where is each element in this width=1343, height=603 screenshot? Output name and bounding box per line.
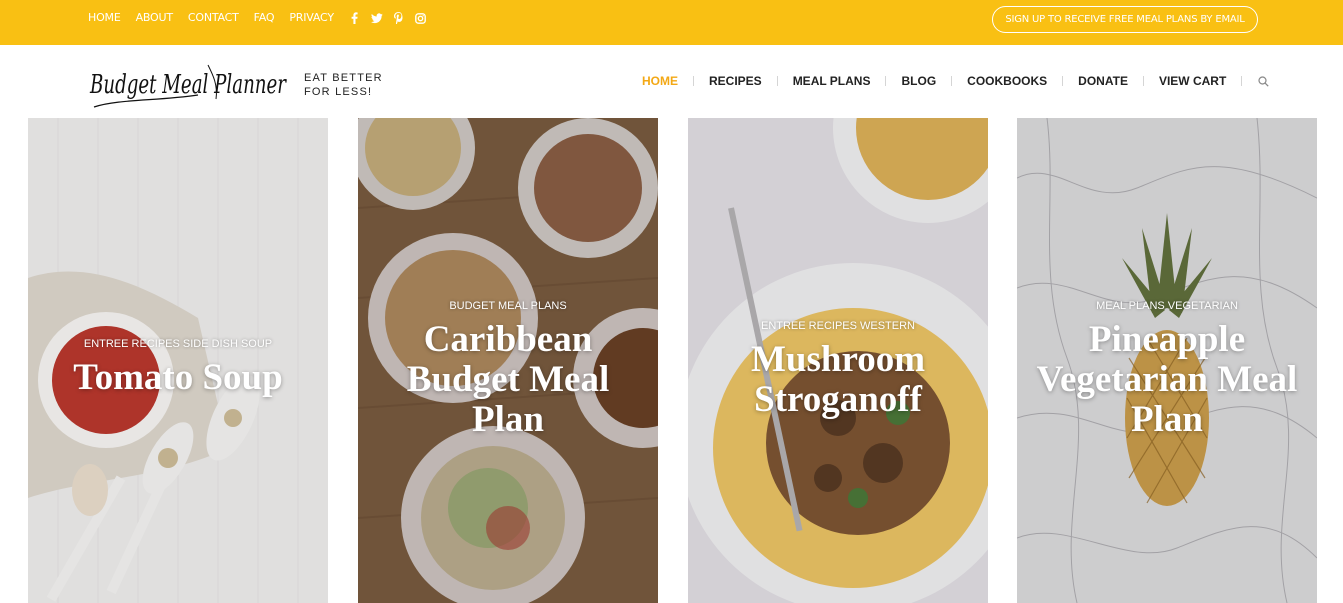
top-nav-about[interactable]: ABOUT: [136, 11, 174, 25]
nav-recipes[interactable]: RECIPES: [694, 74, 777, 88]
card-overlay: BUDGET MEAL PLANS Caribbean Budget Meal …: [358, 300, 658, 440]
top-nav-privacy[interactable]: PRIVACY: [289, 11, 334, 25]
nav-donate[interactable]: DONATE: [1063, 74, 1143, 88]
recipe-card-caribbean[interactable]: BUDGET MEAL PLANS Caribbean Budget Meal …: [358, 118, 658, 603]
top-nav-home[interactable]: HOME: [88, 11, 121, 25]
nav-view-cart[interactable]: VIEW CART: [1144, 74, 1241, 88]
signup-button[interactable]: SIGN UP TO RECEIVE FREE MEAL PLANS BY EM…: [992, 6, 1258, 33]
card-title[interactable]: Caribbean Budget Meal Plan: [358, 320, 658, 440]
nav-meal-plans[interactable]: MEAL PLANS: [778, 74, 886, 88]
top-nav-contact[interactable]: CONTACT: [188, 11, 239, 25]
card-overlay: MEAL PLANS VEGETARIAN Pineapple Vegetari…: [1017, 300, 1317, 440]
nav-home[interactable]: HOME: [627, 74, 693, 88]
main-nav: HOME RECIPES MEAL PLANS BLOG COOKBOOKS D…: [627, 74, 1270, 88]
card-categories[interactable]: ENTREE RECIPES WESTERN: [688, 320, 988, 332]
facebook-icon[interactable]: [349, 11, 361, 25]
tagline: EAT BETTER FOR LESS!: [304, 71, 383, 99]
logo-text: Budget Meal Planner: [89, 70, 287, 100]
card-title[interactable]: Pineapple Vegetarian Meal Plan: [1017, 320, 1317, 440]
top-nav: HOME ABOUT CONTACT FAQ PRIVACY: [88, 11, 437, 25]
recipe-card-tomato-soup[interactable]: ENTREE RECIPES SIDE DISH SOUP Tomato Sou…: [28, 118, 328, 603]
tagline-line-2: FOR LESS!: [304, 86, 373, 98]
nav-blog[interactable]: BLOG: [886, 74, 951, 88]
instagram-icon[interactable]: [415, 11, 427, 25]
twitter-icon[interactable]: [370, 11, 383, 25]
nav-divider: [1241, 76, 1243, 86]
card-overlay: ENTREE RECIPES SIDE DISH SOUP Tomato Sou…: [28, 338, 328, 398]
top-bar: HOME ABOUT CONTACT FAQ PRIVACY SIGN UP T…: [0, 0, 1343, 45]
recipe-card-mushroom-stroganoff[interactable]: ENTREE RECIPES WESTERN Mushroom Strogano…: [688, 118, 988, 603]
nav-cookbooks[interactable]: COOKBOOKS: [952, 74, 1062, 88]
social-links: [349, 11, 437, 25]
card-categories[interactable]: MEAL PLANS VEGETARIAN: [1017, 300, 1317, 312]
site-header: Budget Meal Planner EAT BETTER FOR LESS!…: [0, 45, 1343, 118]
card-categories[interactable]: BUDGET MEAL PLANS: [358, 300, 658, 312]
top-nav-faq[interactable]: FAQ: [254, 11, 275, 25]
pinterest-icon[interactable]: [393, 11, 405, 25]
tagline-line-1: EAT BETTER: [304, 72, 383, 84]
site-logo[interactable]: Budget Meal Planner: [88, 55, 288, 111]
recipe-card-pineapple[interactable]: MEAL PLANS VEGETARIAN Pineapple Vegetari…: [1017, 118, 1317, 603]
card-categories[interactable]: ENTREE RECIPES SIDE DISH SOUP: [28, 338, 328, 350]
card-title[interactable]: Tomato Soup: [28, 358, 328, 398]
search-icon[interactable]: [1256, 74, 1270, 88]
card-overlay: ENTREE RECIPES WESTERN Mushroom Strogano…: [688, 320, 988, 420]
card-title[interactable]: Mushroom Stroganoff: [688, 340, 988, 420]
